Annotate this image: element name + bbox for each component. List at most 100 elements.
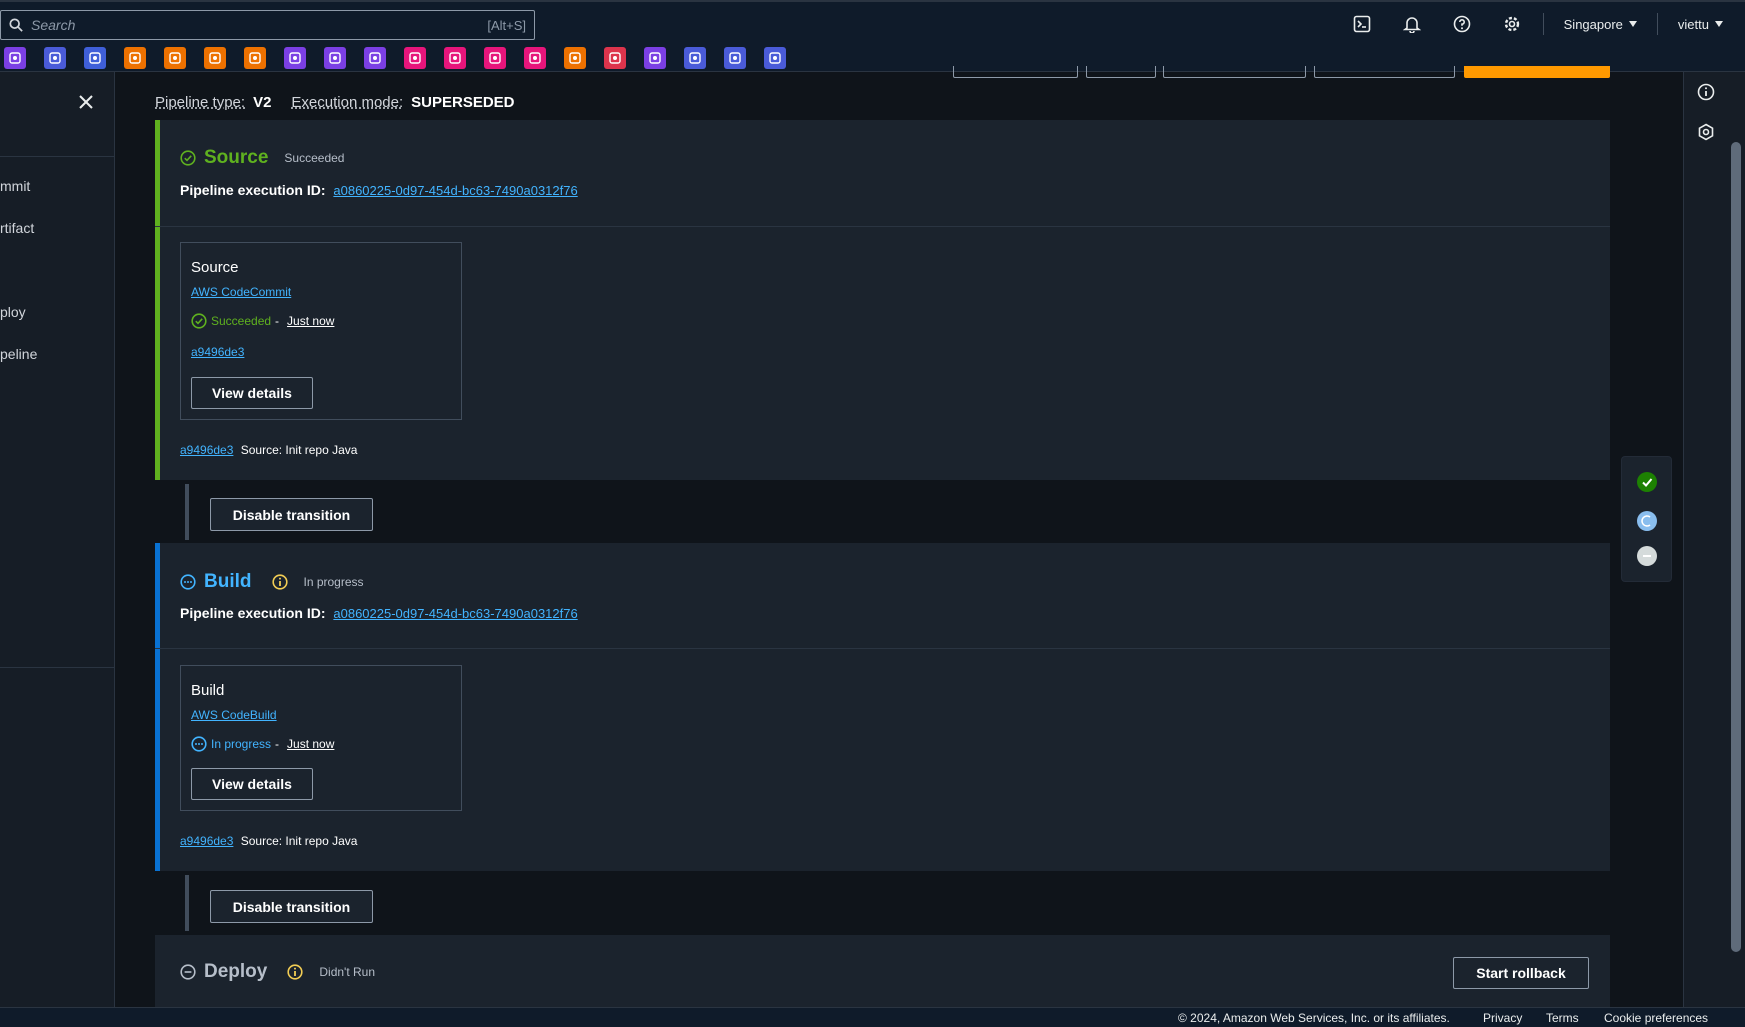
search-input[interactable] [31,17,488,33]
provider-link[interactable]: AWS CodeCommit [191,285,291,299]
favorite-container[interactable] [244,46,266,69]
privacy-link[interactable]: Privacy [1483,1011,1522,1025]
side-navigation: mmit rtifact ploy peline [0,72,115,1007]
favorite-cloudwatch[interactable] [444,46,466,69]
stage-header: Source Succeeded Pipeline execution ID: … [155,120,1610,227]
check-icon [1642,478,1653,487]
settings-button[interactable] [1487,2,1537,46]
stage-deploy: Deploy Didn't Run Start rollback [155,935,1610,1007]
favorite-eks[interactable] [204,46,226,69]
stage-build: Build In progress Pipeline execution ID:… [155,543,1610,871]
help-icon [1453,15,1470,33]
close-icon[interactable] [76,92,96,112]
favorite-eventbridge[interactable] [404,46,426,69]
help-button[interactable] [1437,2,1487,46]
top-navigation: [Alt+S] Singapore viettu [0,0,1745,44]
api-gateway-icon [569,51,581,64]
account-label: viettu [1677,16,1709,32]
divider [0,667,115,668]
stage-status: In progress [303,575,364,589]
scrollbar[interactable] [1727,72,1745,1007]
tools-panel [1683,72,1727,1007]
favorite-cloud9[interactable] [644,46,666,69]
favorite-sns[interactable] [484,46,506,69]
info-icon[interactable] [271,574,288,590]
info-icon[interactable] [287,964,303,980]
stage-status-navigator [1621,456,1672,582]
check-circle-icon [180,150,196,166]
commit-link[interactable]: a9496de3 [191,345,244,359]
cloudshell-button[interactable] [1337,2,1387,46]
hexagon-settings-icon[interactable] [1696,122,1716,142]
notifications-button[interactable] [1387,2,1437,46]
execution-id-label: Pipeline execution ID: [180,605,326,621]
bell-icon [1402,17,1421,33]
disable-transition-button[interactable]: Disable transition [210,890,373,923]
container-icon [249,51,261,64]
action-time[interactable]: Just now [287,314,334,328]
ec2-icon [49,51,61,64]
nav-item-codecommit[interactable]: mmit [0,178,30,194]
header-button[interactable] [1086,66,1156,78]
execution-id-link[interactable]: a0860225-0d97-454d-bc63-7490a0312f76 [333,606,577,621]
favorite-codedeploy[interactable] [764,46,786,69]
action-status-text: Succeeded [211,314,272,328]
favorite-iam[interactable] [4,46,26,69]
release-change-button[interactable] [1464,66,1610,78]
favorite-codebuild[interactable] [724,46,746,69]
action-status: Succeeded - Just now [191,313,334,329]
region-selector[interactable]: Singapore [1550,17,1651,32]
favorite-ecs[interactable] [164,46,186,69]
cookie-preferences-link[interactable]: Cookie preferences [1604,1011,1708,1025]
action-time[interactable]: Just now [287,737,334,751]
nav-item-deploy[interactable]: ploy [0,304,26,320]
divider [1542,13,1544,35]
execution-id-link[interactable]: a0860225-0d97-454d-bc63-7490a0312f76 [333,183,577,198]
execution-id: Pipeline execution ID: a0860225-0d97-454… [180,182,578,198]
favorite-kinesis[interactable] [324,46,346,69]
header-button[interactable] [1314,66,1455,78]
in-progress-icon [180,574,196,590]
pipeline-type-label[interactable]: Pipeline type: [155,94,245,111]
favorite-sqs[interactable] [524,46,546,69]
action-card-build: Build AWS CodeBuild In progress - Just n… [180,665,462,811]
header-button[interactable] [953,66,1078,78]
favorite-vpc[interactable] [364,46,386,69]
view-details-button[interactable]: View details [191,377,313,409]
commit-message: Source: Init repo Java [240,834,358,848]
search-box[interactable]: [Alt+S] [0,10,535,40]
favorite-rds[interactable] [84,46,106,69]
stage-succeeded-indicator[interactable] [1637,472,1657,492]
spinner-icon [1641,515,1651,527]
commit-link[interactable]: a9496de3 [180,443,233,457]
favorite-ec2[interactable] [44,46,66,69]
start-rollback-button[interactable]: Start rollback [1453,957,1589,989]
favorite-codecommit[interactable] [284,46,306,69]
execution-mode-value: SUPERSEDED [411,94,515,111]
stage-title: Build In progress [180,571,364,593]
commit-link[interactable]: a9496de3 [180,834,233,848]
info-icon[interactable] [1696,82,1716,102]
provider-link[interactable]: AWS CodeBuild [191,708,277,722]
nav-item-pipeline[interactable]: peline [0,346,37,362]
execution-mode-label[interactable]: Execution mode: [291,94,403,111]
disable-transition-button[interactable]: Disable transition [210,498,373,531]
favorite-config[interactable] [604,46,626,69]
nav-item-artifact[interactable]: rtifact [0,220,34,236]
divider [1656,13,1658,35]
account-menu[interactable]: viettu [1664,17,1745,32]
favorite-lambda[interactable] [124,46,146,69]
action-name: Source [191,259,239,276]
stage-name: Source [204,147,269,168]
favorite-api-gateway[interactable] [564,46,586,69]
stage-not-run-indicator[interactable] [1637,546,1657,566]
favorite-codepipeline[interactable] [684,46,706,69]
scrollbar-thumb[interactable] [1731,142,1741,952]
view-details-button[interactable]: View details [191,768,313,800]
stage-in-progress-indicator[interactable] [1637,511,1657,531]
cloud9-icon [649,51,661,64]
terms-link[interactable]: Terms [1546,1011,1579,1025]
header-button[interactable] [1163,66,1306,78]
stage-title: Source Succeeded [180,147,344,169]
stage-header: Build In progress Pipeline execution ID:… [155,543,1610,649]
